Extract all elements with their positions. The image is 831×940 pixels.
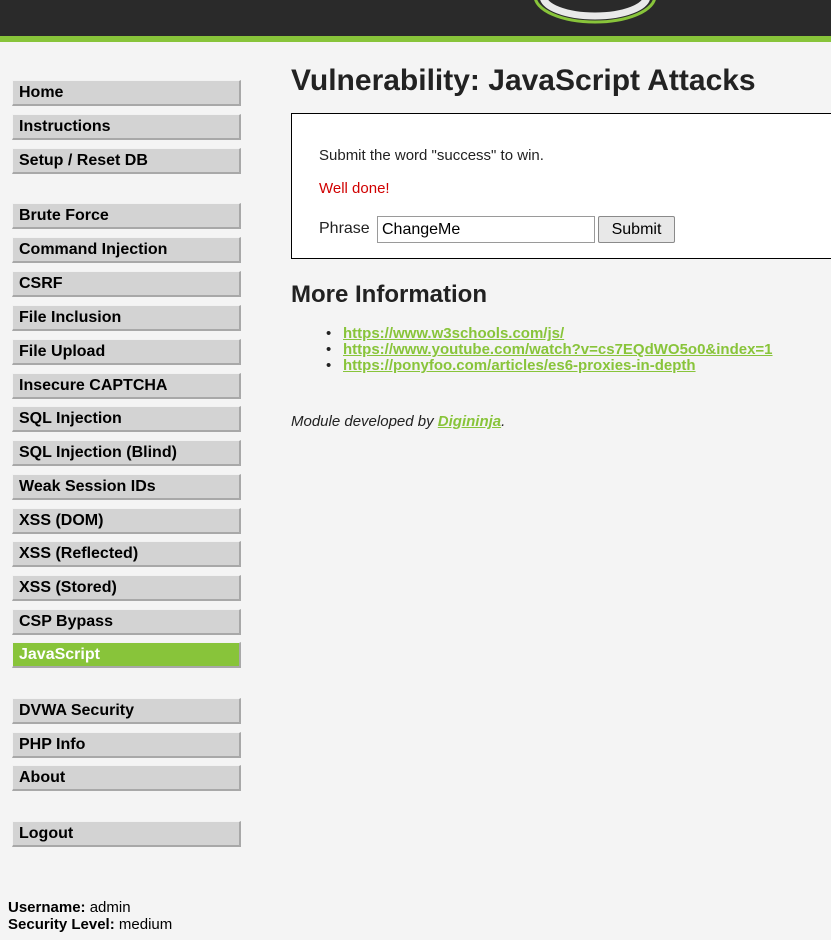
sidebar-item-setup-reset-db[interactable]: Setup / Reset DB [12, 148, 241, 174]
link-youtube[interactable]: https://www.youtube.com/watch?v=cs7EQdWO… [343, 341, 773, 358]
sidebar-item-php-info[interactable]: PHP Info [12, 732, 241, 758]
sidebar-item-xss-reflected[interactable]: XSS (Reflected) [12, 541, 241, 567]
list-item: • https://www.w3schools.com/js/ [326, 325, 565, 342]
list-item: • https://ponyfoo.com/articles/es6-proxie… [326, 357, 696, 374]
sidebar-item-insecure-captcha[interactable]: Insecure CAPTCHA [12, 373, 241, 399]
sidebar-item-xss-stored[interactable]: XSS (Stored) [12, 575, 241, 601]
sidebar-item-logout[interactable]: Logout [12, 821, 241, 847]
instruction-text: Submit the word "success" to win. [319, 147, 544, 164]
list-item: • https://www.youtube.com/watch?v=cs7EQdW… [326, 341, 773, 358]
dvwa-logo [534, 0, 656, 24]
username-label: Username: [8, 899, 86, 916]
sidebar-item-csp-bypass[interactable]: CSP Bypass [12, 609, 241, 635]
sidebar-item-instructions[interactable]: Instructions [12, 114, 241, 140]
credit-suffix: . [501, 413, 506, 430]
sidebar-item-home[interactable]: Home [12, 80, 241, 106]
submit-button[interactable]: Submit [598, 216, 675, 243]
credit-prefix: Module developed by [291, 413, 438, 430]
more-information-heading: More Information [291, 281, 487, 308]
vulnerable-code-area: Submit the word "success" to win. Well d… [291, 113, 831, 259]
sidebar-item-sql-injection[interactable]: SQL Injection [12, 406, 241, 432]
sidebar-item-brute-force[interactable]: Brute Force [12, 203, 241, 229]
security-level-value: medium [118, 916, 173, 933]
sidebar-item-command-injection[interactable]: Command Injection [12, 237, 241, 263]
sidebar-item-javascript[interactable]: JavaScript [12, 642, 241, 668]
user-info: Username: admin Security Level: medium [8, 899, 172, 933]
sidebar-item-weak-session-ids[interactable]: Weak Session IDs [12, 474, 241, 500]
author-link[interactable]: Digininja [438, 413, 501, 430]
username-line: Username: admin [8, 899, 172, 916]
phrase-label: Phrase [319, 220, 370, 237]
security-level-label: Security Level: [8, 916, 115, 933]
sidebar-item-csrf[interactable]: CSRF [12, 271, 241, 297]
phrase-input[interactable] [377, 216, 595, 243]
success-message: Well done! [319, 180, 390, 197]
username-value: admin [89, 899, 131, 916]
sidebar-item-file-inclusion[interactable]: File Inclusion [12, 305, 241, 331]
sidebar-item-dvwa-security[interactable]: DVWA Security [12, 698, 241, 724]
page-title: Vulnerability: JavaScript Attacks [291, 64, 756, 97]
sidebar-item-xss-dom[interactable]: XSS (DOM) [12, 508, 241, 534]
module-credit: Module developed by Digininja. [291, 413, 505, 430]
link-w3schools[interactable]: https://www.w3schools.com/js/ [343, 325, 564, 342]
header-bar [0, 0, 831, 42]
more-info-links: • https://www.w3schools.com/js/ • https://… [326, 325, 773, 374]
security-level-line: Security Level: medium [8, 916, 172, 933]
link-ponyfoo[interactable]: https://ponyfoo.com/articles/es6-proxies… [343, 357, 696, 374]
sidebar-item-file-upload[interactable]: File Upload [12, 339, 241, 365]
sidebar-item-sql-injection-blind[interactable]: SQL Injection (Blind) [12, 440, 241, 466]
sidebar-item-about[interactable]: About [12, 765, 241, 791]
